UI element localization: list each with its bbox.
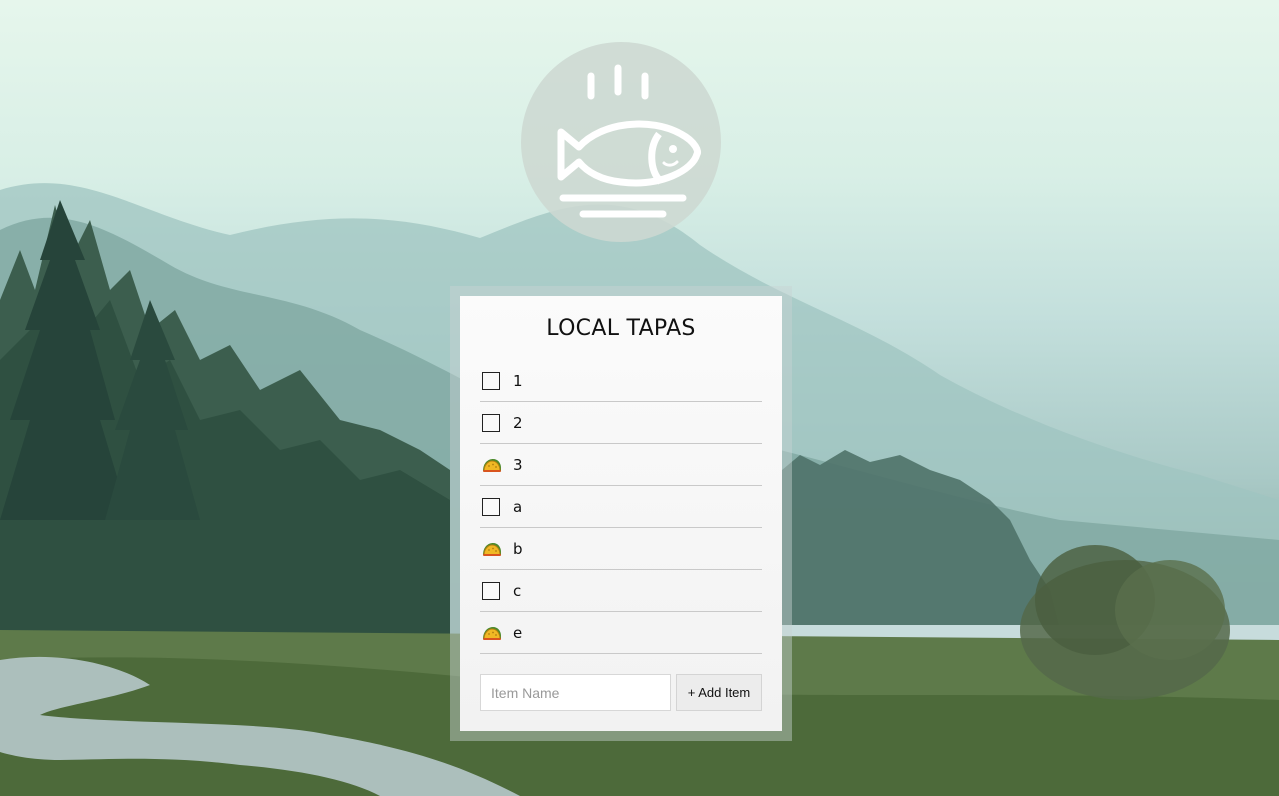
taco-icon <box>483 626 501 640</box>
list-item-label: 2 <box>513 413 523 432</box>
list-item[interactable]: c <box>480 570 762 612</box>
list-item-label: a <box>513 497 523 516</box>
list-item-label: 3 <box>513 455 523 474</box>
checkbox-empty-icon[interactable] <box>482 497 500 516</box>
page-title: LOCAL TAPAS <box>546 316 696 341</box>
list-item[interactable]: b <box>480 528 762 570</box>
list-item[interactable]: 2 <box>480 402 762 444</box>
list-item-label: c <box>513 581 522 600</box>
list-item[interactable]: a <box>480 486 762 528</box>
add-item-button[interactable]: + Add Item <box>676 674 762 711</box>
list-item-label: b <box>513 539 523 558</box>
logo-badge <box>521 42 721 242</box>
taco-icon <box>483 458 501 472</box>
taco-checked-icon[interactable] <box>482 624 501 642</box>
add-item-form: + Add Item <box>480 674 762 711</box>
tapas-list-card: LOCAL TAPAS 1 2 3 a b c e + Add Item <box>460 296 782 731</box>
steaming-fish-plate-icon <box>557 64 702 218</box>
checkbox-empty-icon[interactable] <box>482 581 500 600</box>
checkbox-empty-icon[interactable] <box>482 413 500 432</box>
taco-icon <box>483 542 501 556</box>
item-name-input[interactable] <box>480 674 671 711</box>
list-item-label: 1 <box>513 371 523 390</box>
tapas-list: 1 2 3 a b c e <box>480 360 762 654</box>
list-item[interactable]: e <box>480 612 762 654</box>
list-item[interactable]: 3 <box>480 444 762 486</box>
checkbox-empty-icon[interactable] <box>482 371 500 390</box>
list-item[interactable]: 1 <box>480 360 762 402</box>
list-item-label: e <box>513 623 523 642</box>
taco-checked-icon[interactable] <box>482 540 501 558</box>
taco-checked-icon[interactable] <box>482 456 501 474</box>
